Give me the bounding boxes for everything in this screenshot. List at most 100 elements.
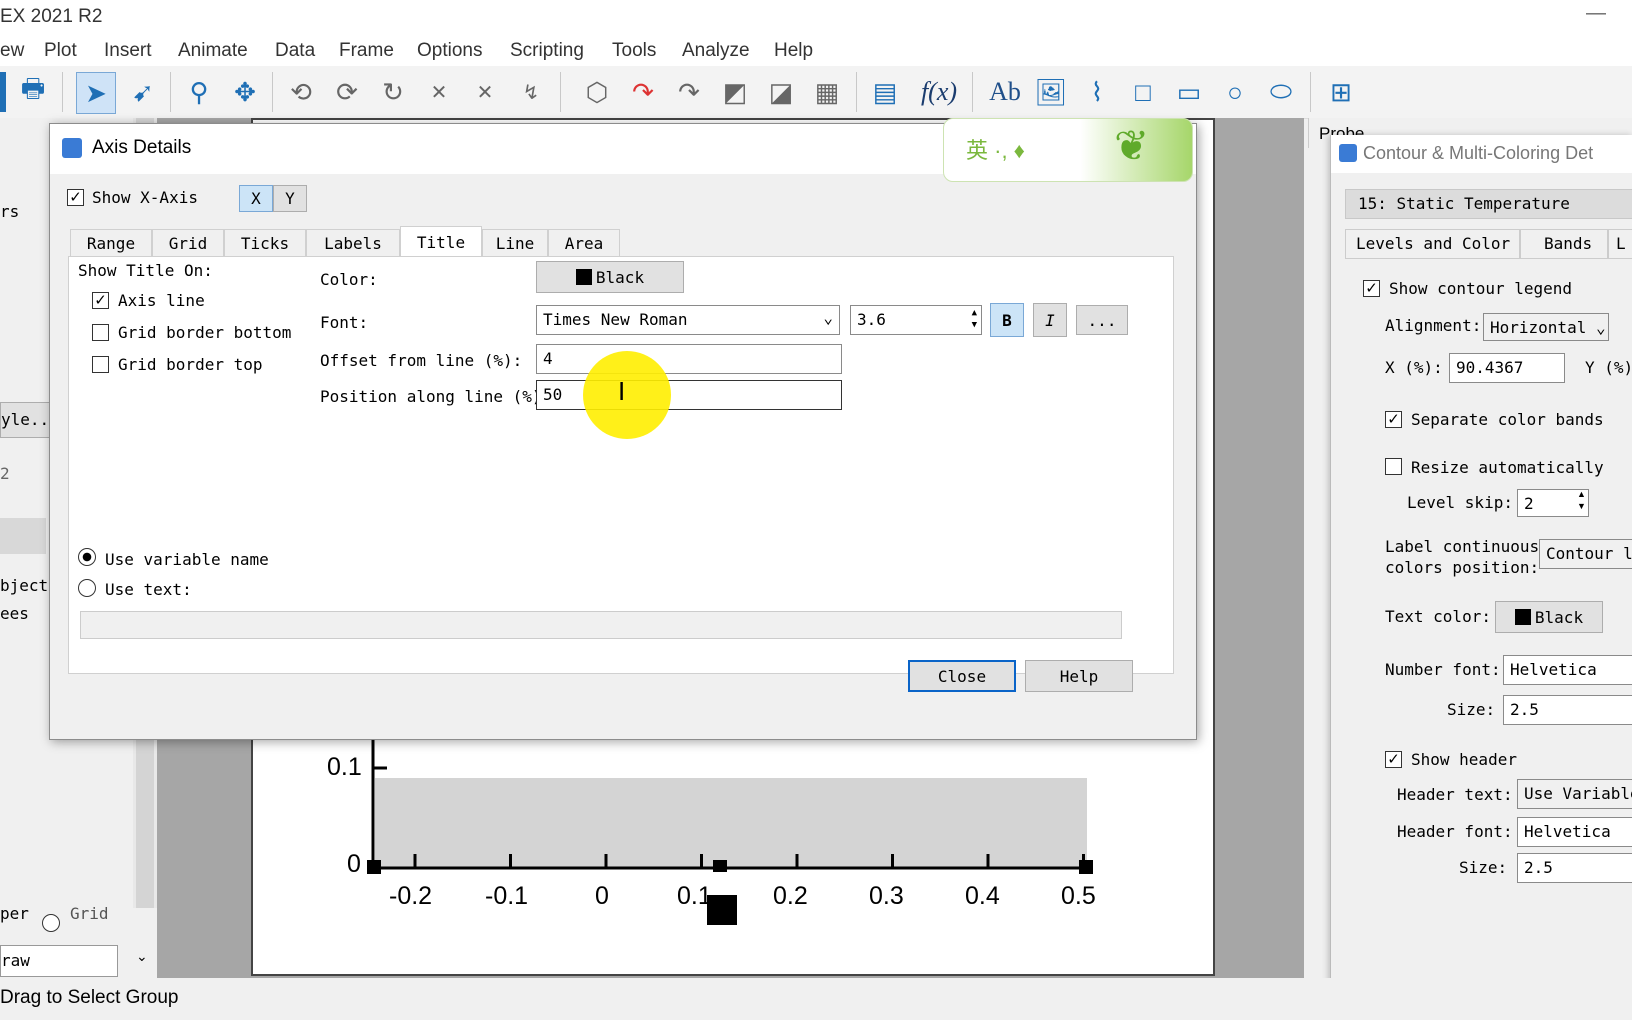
adjustor-icon[interactable]: ➹ [124,72,162,112]
offset-input[interactable]: 4 [536,344,842,374]
header-text-label: Header text: [1397,785,1513,804]
spinner-arrows-icon[interactable]: ▲ ▼ [972,307,977,331]
new-frame-icon[interactable]: ⊞ [1322,72,1360,112]
slice-remove-icon[interactable]: ◪ [762,72,800,112]
position-input[interactable]: 50 [536,380,842,410]
slice-grid-icon[interactable]: ▦ [808,72,846,112]
use-variable-name-label: Use variable name [105,550,269,569]
position-label: Position along line (%): [320,387,552,406]
grid-radio[interactable] [42,914,60,932]
rotate-x-icon[interactable]: ✕ [420,72,458,112]
x-percent-input[interactable]: 90.4367 [1449,353,1565,383]
grid-border-bottom-checkbox[interactable] [92,324,109,341]
number-font-input[interactable]: Helvetica [1503,655,1632,685]
menu-animate[interactable]: Animate [178,40,248,62]
menu-frame[interactable]: Frame [339,40,394,62]
draw-dropdown[interactable]: raw [0,945,118,977]
print-icon[interactable]: 🖶 [14,72,52,112]
tab-labels[interactable]: Labels [306,229,400,256]
rotate-rollerball-icon[interactable]: ⟳ [328,72,366,112]
title-text-input[interactable] [80,611,1122,639]
italic-button[interactable]: I [1033,303,1067,337]
show-header-checkbox[interactable]: ✓ [1385,751,1402,768]
image-icon[interactable]: 🖼 [1032,72,1070,112]
tab-ticks[interactable]: Ticks [224,229,306,256]
rotate-twist-icon[interactable]: ↻ [374,72,412,112]
grid-edit-icon[interactable]: ▤ [866,72,904,112]
y-tick-label: 0.1 [327,753,362,781]
tab-line[interactable]: Line [482,229,548,256]
font-size-stepper[interactable]: 3.6 ▲ ▼ [850,305,982,335]
app-logo-icon [62,138,82,158]
show-legend-checkbox[interactable]: ✓ [1363,280,1380,297]
help-button[interactable]: Help [1025,660,1133,692]
rectangle-icon[interactable]: ▭ [1170,72,1208,112]
tab-levels-and-color[interactable]: Levels and Color [1345,229,1521,259]
menu-view[interactable]: ew [0,40,24,62]
save-icon[interactable] [0,72,6,112]
function-icon[interactable]: f(x) [920,72,958,112]
header-font-input[interactable]: Helvetica [1517,817,1632,847]
menu-help[interactable]: Help [774,40,813,62]
streamtrace-icon[interactable]: ↷ [624,72,662,112]
separate-bands-checkbox[interactable]: ✓ [1385,411,1402,428]
chevron-down-icon[interactable]: ⌄ [136,948,148,965]
spinner-arrows-icon[interactable]: ▲ ▼ [1577,488,1586,512]
zoom-icon[interactable]: ⚲ [180,72,218,112]
square-icon[interactable]: □ [1124,72,1162,112]
axis-y-button[interactable]: Y [273,185,307,212]
resize-auto-checkbox[interactable] [1385,458,1402,475]
menu-analyze[interactable]: Analyze [682,40,750,62]
colors-position-dropdown[interactable]: Contour le [1539,539,1632,569]
menu-scripting[interactable]: Scripting [510,40,584,62]
tab-title[interactable]: Title [400,226,482,257]
text-icon[interactable]: Ab [986,72,1024,112]
tab-grid[interactable]: Grid [152,229,224,256]
text-color-button[interactable]: Black [1495,601,1603,633]
play-button[interactable] [0,518,46,554]
axis-x-button[interactable]: X [239,185,273,212]
streamtrace-2-icon[interactable]: ↷ [670,72,708,112]
probe-icon[interactable]: ⬡ [578,72,616,112]
header-font-label: Header font: [1397,822,1513,841]
select-arrow-icon[interactable]: ➤ [76,72,116,114]
font-dropdown[interactable]: Times New Roman ⌄ [536,305,840,335]
rotate-spherical-icon[interactable]: ⟲ [282,72,320,112]
font-label: Font: [320,313,369,332]
menu-tools[interactable]: Tools [612,40,656,62]
header-size-input[interactable]: 2.5 [1517,853,1632,883]
rotate-z-icon[interactable]: ↯ [512,72,550,112]
sidebar-label: per [0,904,29,923]
header-text-dropdown[interactable]: Use Variable [1517,779,1632,809]
tab-range[interactable]: Range [70,229,152,256]
data-area [375,778,1087,868]
tab-area[interactable]: Area [548,229,620,256]
menu-bar: ew Plot Insert Animate Data Frame Option… [0,36,1632,66]
polyline-icon[interactable]: ⌇ [1078,72,1116,112]
menu-options[interactable]: Options [417,40,482,62]
more-font-options-button[interactable]: ... [1076,305,1128,335]
slice-add-icon[interactable]: ◩ [716,72,754,112]
use-text-radio[interactable] [78,579,96,597]
color-button[interactable]: Black [536,261,684,293]
rotate-y-icon[interactable]: ✕ [466,72,504,112]
menu-data[interactable]: Data [275,40,315,62]
axis-line-checkbox[interactable]: ✓ [92,292,109,309]
tab-bands[interactable]: Bands [1519,229,1609,259]
circle-icon[interactable]: ○ [1216,72,1254,112]
menu-plot[interactable]: Plot [44,40,77,62]
bold-button[interactable]: B [990,303,1024,337]
show-x-axis-checkbox[interactable]: ✓ [67,189,84,206]
number-size-input[interactable]: 2.5 [1503,695,1632,725]
ellipse-icon[interactable]: ⬭ [1262,72,1300,112]
alignment-dropdown[interactable]: Horizontal ⌄ [1483,313,1609,341]
menu-insert[interactable]: Insert [104,40,152,62]
use-variable-name-radio[interactable] [78,548,96,566]
grid-border-top-checkbox[interactable] [92,356,109,373]
tab-more[interactable]: L [1607,229,1632,259]
translate-icon[interactable]: ✥ [226,72,264,112]
style-button[interactable]: yle... [0,402,59,438]
close-button[interactable]: Close [908,660,1016,692]
ime-toolbar[interactable]: 英 ·, ♦ ❦ [943,118,1193,182]
minimize-icon[interactable]: — [1586,2,1606,25]
